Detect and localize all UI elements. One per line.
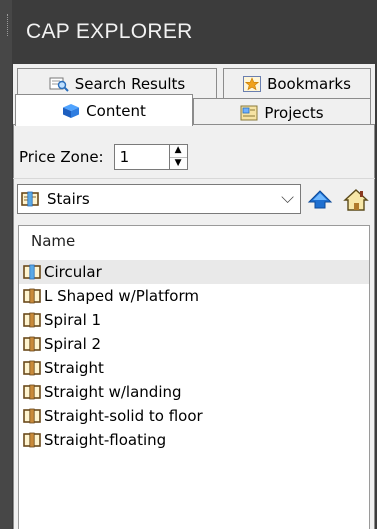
left-edge-strip xyxy=(0,0,12,529)
drag-grip[interactable] xyxy=(7,14,10,36)
projects-icon xyxy=(240,105,258,121)
column-header-name[interactable]: Name xyxy=(31,232,75,250)
list-item-label: Circular xyxy=(44,263,102,281)
explorer-panel: Search Results Bookmarks Content Project… xyxy=(13,64,375,529)
list-item[interactable]: Straight w/landing xyxy=(19,380,369,404)
category-row: Stairs ⌵ xyxy=(17,184,375,216)
list-item[interactable]: Straight xyxy=(19,356,369,380)
category-dropdown[interactable]: Stairs ⌵ xyxy=(17,184,301,214)
category-selected-text: Stairs xyxy=(47,190,90,208)
list-item-label: Spiral 2 xyxy=(44,335,102,353)
list-item[interactable]: Circular xyxy=(19,260,369,284)
tab-bookmarks-label: Bookmarks xyxy=(267,74,351,93)
list-item[interactable]: L Shaped w/Platform xyxy=(19,284,369,308)
list-item-label: Straight w/landing xyxy=(44,383,182,401)
list-item[interactable]: Straight-solid to floor xyxy=(19,404,369,428)
tab-projects-label: Projects xyxy=(264,104,324,122)
list-item[interactable]: Spiral 1 xyxy=(19,308,369,332)
content-cube-icon xyxy=(63,103,80,118)
book-icon xyxy=(23,264,41,280)
book-icon xyxy=(23,288,41,304)
price-zone-input[interactable]: 1 xyxy=(113,144,170,170)
list-item-label: Spiral 1 xyxy=(44,311,102,329)
list-item-label: Straight xyxy=(44,359,104,377)
book-icon xyxy=(23,312,41,328)
book-icon xyxy=(23,336,41,352)
arrow-up-icon[interactable] xyxy=(307,188,333,212)
list-item-label: Straight-floating xyxy=(44,431,167,449)
spin-up-button[interactable]: ▲ xyxy=(170,145,187,157)
tab-content[interactable]: Content xyxy=(15,94,193,126)
list-item[interactable]: Spiral 2 xyxy=(19,332,369,356)
tab-content-label: Content xyxy=(86,101,146,120)
book-icon xyxy=(23,360,41,376)
window-title: CAP EXPLORER xyxy=(26,20,193,43)
home-icon[interactable] xyxy=(343,188,369,212)
divider xyxy=(13,178,375,179)
search-results-icon xyxy=(49,77,69,92)
chevron-down-icon[interactable]: ⌵ xyxy=(281,188,294,208)
list-item-label: Straight-solid to floor xyxy=(44,407,203,425)
list-item[interactable]: Straight-floating xyxy=(19,428,369,452)
bookmark-star-icon xyxy=(243,75,262,92)
content-list: Name Circular L Shaped w/Platform Spiral… xyxy=(18,225,370,529)
price-zone-spinner: ▲ ▼ xyxy=(169,144,188,170)
book-icon xyxy=(21,191,39,207)
spin-down-button[interactable]: ▼ xyxy=(169,156,187,170)
tab-bookmarks[interactable]: Bookmarks xyxy=(223,68,371,98)
price-zone-row: Price Zone: 1 ▲ ▼ xyxy=(19,144,188,170)
book-icon xyxy=(23,408,41,424)
tab-search-results-label: Search Results xyxy=(74,74,186,93)
list-item-label: L Shaped w/Platform xyxy=(44,287,199,305)
price-zone-label: Price Zone: xyxy=(19,148,104,166)
book-icon xyxy=(23,432,41,448)
book-icon xyxy=(23,384,41,400)
